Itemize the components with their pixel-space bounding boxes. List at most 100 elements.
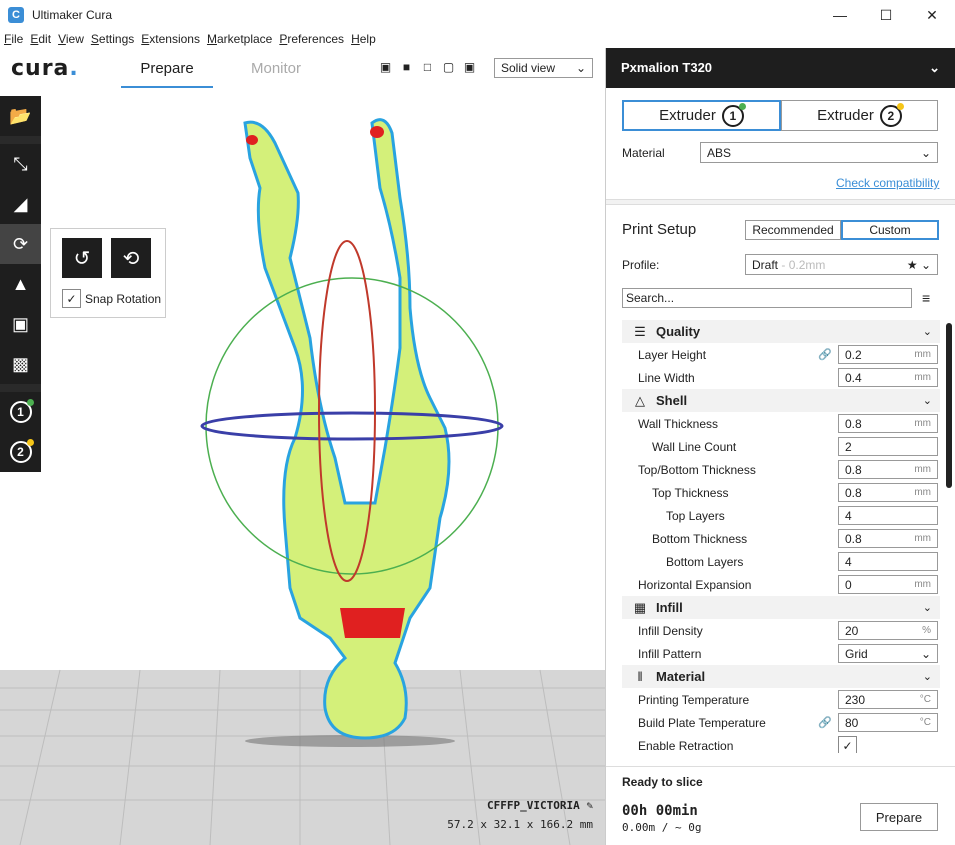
setting-build-plate-temperature: Build Plate Temperature 🔗 80 °C <box>622 711 940 734</box>
3d-viewport[interactable]: cura. Prepare Monitor ▣ ■ □ ▢ ▣ Solid vi… <box>0 48 605 845</box>
material-estimate: 0.00m / ~ 0g <box>622 821 702 834</box>
menu-view[interactable]: View <box>54 30 87 48</box>
category-shell[interactable]: △ Shell ⌄ <box>622 389 940 412</box>
check-compatibility-link[interactable]: Check compatibility <box>836 176 939 190</box>
settings-search-input[interactable]: Search... <box>622 288 912 308</box>
menu-help[interactable]: Help <box>347 30 379 48</box>
rotate-tool-icon[interactable]: ⟳ <box>0 224 41 264</box>
recommended-mode-button[interactable]: Recommended <box>745 220 841 240</box>
extruder-1-tab[interactable]: Extruder 1 <box>622 100 781 131</box>
snap-rotation-checkbox[interactable]: ✓ <box>62 289 81 308</box>
tool-toolbar: 📂 ⤡ ◢ ⟳ ▲ ▣ ▩ 1 2 <box>0 96 41 472</box>
top-thickness-input[interactable]: 0.8 mm <box>838 483 938 502</box>
setting-top-layers: Top Layers 4 <box>622 504 940 527</box>
menu-edit[interactable]: Edit <box>26 30 54 48</box>
infill-icon: ▦ <box>633 599 647 615</box>
menu-file[interactable]: File <box>0 30 26 48</box>
wall-thickness-input[interactable]: 0.8 mm <box>838 414 938 433</box>
print-setup-title: Print Setup <box>622 221 697 238</box>
setting-bottom-thickness: Bottom Thickness 0.8 mm <box>622 527 940 550</box>
slice-panel: Ready to slice 00h 00min 0.00m / ~ 0g Pr… <box>606 766 955 845</box>
enable-retraction-checkbox[interactable]: ✓ <box>838 736 857 753</box>
build-plate-scene[interactable] <box>0 48 605 845</box>
menu-bar: File Edit View Settings Extensions Marke… <box>0 30 955 48</box>
category-infill[interactable]: ▦ Infill ⌄ <box>622 596 940 619</box>
support-blocker-icon[interactable]: ▩ <box>0 344 41 384</box>
bottom-thickness-input[interactable]: 0.8 mm <box>838 529 938 548</box>
line-width-input[interactable]: 0.4 mm <box>838 368 938 387</box>
tab-prepare[interactable]: Prepare <box>121 58 213 88</box>
chevron-down-icon: ⌄ <box>575 61 586 75</box>
settings-scrollbar[interactable] <box>946 323 952 488</box>
layer-height-input[interactable]: 0.2 mm <box>838 345 938 364</box>
view-top-icon[interactable]: □ <box>420 60 435 75</box>
machine-selector[interactable]: Pxmalion T320 ⌄ <box>606 48 955 88</box>
slice-status: Ready to slice <box>622 775 703 789</box>
close-icon[interactable]: ✕ <box>909 0 955 30</box>
menu-marketplace[interactable]: Marketplace <box>203 30 275 48</box>
view-3d-icon[interactable]: ▣ <box>378 60 393 75</box>
wall-line-count-input[interactable]: 2 <box>838 437 938 456</box>
scale-tool-icon[interactable]: ◢ <box>0 184 41 224</box>
chevron-down-icon: ⌄ <box>922 602 932 614</box>
snap-rotation-label: Snap Rotation <box>85 291 162 306</box>
menu-settings[interactable]: Settings <box>87 30 137 48</box>
setting-horizontal-expansion: Horizontal Expansion 0 mm <box>622 573 940 596</box>
category-quality[interactable]: ☰ Quality ⌄ <box>622 320 940 343</box>
printing-temperature-input[interactable]: 230 °C <box>838 690 938 709</box>
rotate-tool-panel: ↺ ⟲ ✓ Snap Rotation <box>50 228 166 318</box>
setting-enable-retraction: Enable Retraction ✓ <box>622 734 940 753</box>
top-layers-input[interactable]: 4 <box>838 506 938 525</box>
chevron-down-icon: ⌄ <box>922 395 932 407</box>
star-icon[interactable]: ★ <box>907 258 918 272</box>
chevron-down-icon: ⌄ <box>920 257 931 272</box>
link-icon: 🔗 <box>818 349 832 361</box>
pencil-icon[interactable]: ✎ <box>586 799 593 812</box>
cura-logo: cura. <box>11 56 79 81</box>
setting-printing-temperature: Printing Temperature 230 °C <box>622 688 940 711</box>
move-tool-icon[interactable]: ⤡ <box>0 144 41 184</box>
menu-extensions[interactable]: Extensions <box>137 30 203 48</box>
extruder-1-selector-icon[interactable]: 1 <box>0 392 41 432</box>
model-name: CFFFP_VICTORIA <box>487 799 580 812</box>
profile-label: Profile: <box>622 258 660 272</box>
chevron-down-icon: ⌄ <box>920 646 931 661</box>
lay-flat-icon[interactable]: ⟲ <box>111 238 151 278</box>
extruder-2-badge: 2 <box>879 102 904 127</box>
settings-list: ☰ Quality ⌄ Layer Height 🔗 0.2 mm Line Width 0… <box>622 320 940 753</box>
chevron-down-icon: ⌄ <box>922 326 932 338</box>
view-mode-select[interactable]: Solid view ⌄ <box>494 58 593 78</box>
setting-bottom-layers: Bottom Layers 4 <box>622 550 940 573</box>
title-bar: C Ultimaker Cura — ☐ ✕ <box>0 0 955 30</box>
category-material[interactable]: ‖ Material ⌄ <box>622 665 940 688</box>
settings-sidebar: Pxmalion T320 ⌄ Extruder 1 Extruder 2 Mater… <box>605 48 955 845</box>
chevron-down-icon: ⌄ <box>920 145 931 160</box>
mirror-tool-icon[interactable]: ▲ <box>0 264 41 304</box>
per-model-settings-icon[interactable]: ▣ <box>0 304 41 344</box>
view-left-icon[interactable]: ▢ <box>441 60 456 75</box>
maximize-icon[interactable]: ☐ <box>863 0 909 30</box>
extruder-2-selector-icon[interactable]: 2 <box>0 432 41 472</box>
custom-mode-button[interactable]: Custom <box>841 220 939 240</box>
bottom-layers-input[interactable]: 4 <box>838 552 938 571</box>
print-time: 00h 00min <box>622 803 698 819</box>
infill-pattern-select[interactable]: Grid ⌄ <box>838 644 938 663</box>
infill-density-input[interactable]: 20% <box>838 621 938 640</box>
view-right-icon[interactable]: ▣ <box>462 60 477 75</box>
setting-infill-pattern: Infill Pattern Grid ⌄ <box>622 642 940 665</box>
horizontal-expansion-input[interactable]: 0 mm <box>838 575 938 594</box>
link-icon: 🔗 <box>818 717 832 729</box>
menu-preferences[interactable]: Preferences <box>275 30 347 48</box>
settings-menu-icon[interactable]: ≡ <box>922 290 930 306</box>
open-file-icon[interactable]: 📂 <box>0 96 41 136</box>
material-select[interactable]: ABS ⌄ <box>700 142 938 163</box>
extruder-2-tab[interactable]: Extruder 2 <box>781 100 938 131</box>
top-bottom-thickness-input[interactable]: 0.8 mm <box>838 460 938 479</box>
profile-select[interactable]: Draft - 0.2mm ★ ⌄ <box>745 254 938 275</box>
tab-monitor[interactable]: Monitor <box>240 58 312 88</box>
build-plate-temperature-input[interactable]: 80 °C <box>838 713 938 732</box>
prepare-button[interactable]: Prepare <box>860 803 938 831</box>
reset-rotation-icon[interactable]: ↺ <box>62 238 102 278</box>
view-front-icon[interactable]: ■ <box>399 60 414 75</box>
minimize-icon[interactable]: — <box>817 0 863 30</box>
